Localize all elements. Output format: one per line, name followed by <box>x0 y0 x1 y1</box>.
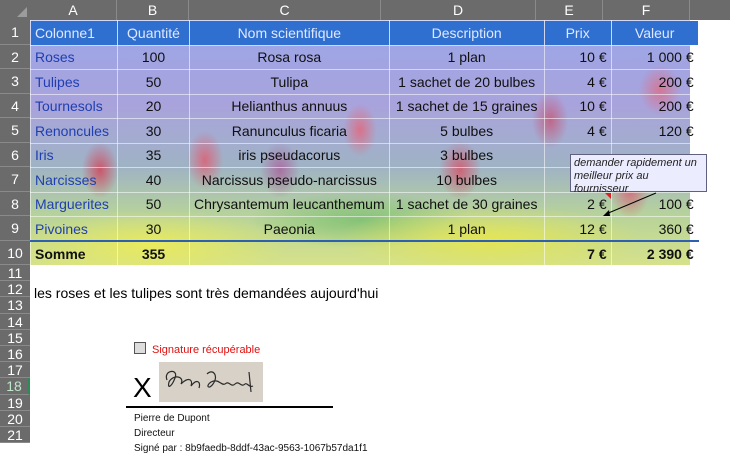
signer-title: Directeur <box>134 428 175 439</box>
signed-by: Signé par : 8b9faedb-8ddf-43ac-9563-1067… <box>134 443 368 454</box>
signature-recoverable-flag[interactable]: Signature récupérable <box>134 342 260 356</box>
cell-comment[interactable]: demander rapidement un meilleur prix au … <box>570 154 707 195</box>
signature-icon <box>134 342 146 354</box>
handwritten-signature-image[interactable] <box>159 362 263 402</box>
signature-x-mark: X <box>133 372 152 403</box>
signature-flag-label: Signature récupérable <box>152 344 261 356</box>
signer-name: Pierre de Dupont <box>134 413 210 424</box>
note-cell-a12[interactable]: les roses et les tulipes sont très deman… <box>34 285 378 301</box>
comment-arrow <box>603 192 657 216</box>
signature-line <box>126 406 333 408</box>
signature-scribble <box>165 370 254 393</box>
